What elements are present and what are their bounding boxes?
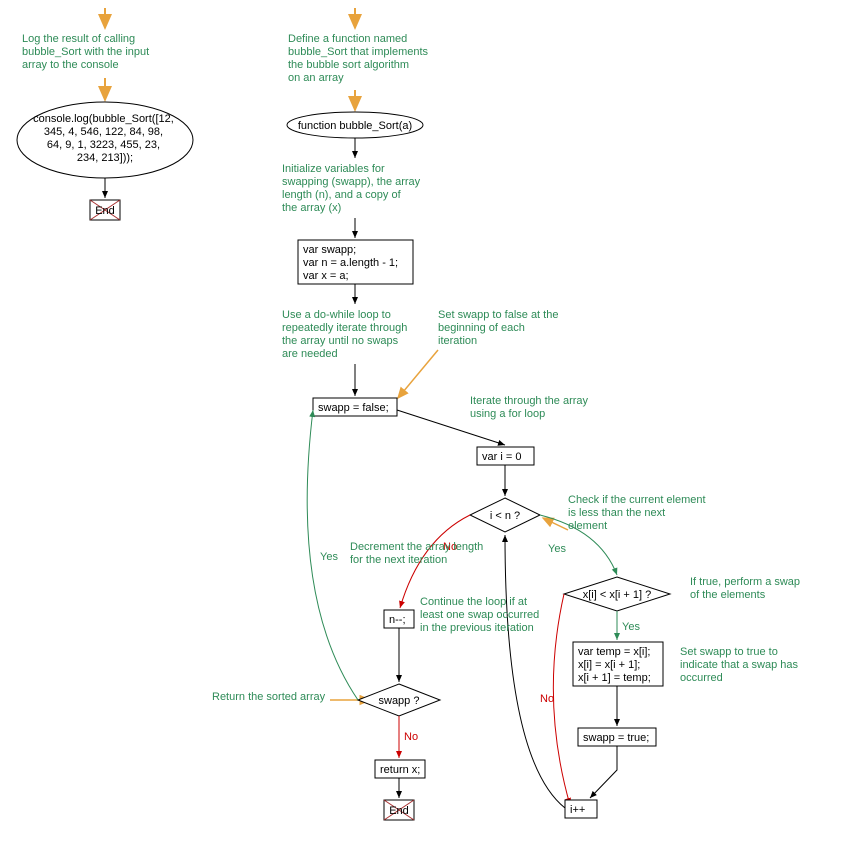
node-ndec-text: n--; (389, 614, 406, 626)
annot-decrement: Decrement the array length for the next … (350, 541, 486, 566)
annot-continue: Continue the loop if at least one swap o… (420, 596, 542, 634)
node-cond-in-text: i < n ? (490, 510, 520, 522)
node-swapp-true-text: swapp = true; (583, 732, 649, 744)
node-ipp-text: i++ (570, 804, 585, 816)
label-cond-in-yes: Yes (548, 543, 566, 555)
edge-to-ipp (590, 746, 617, 798)
annot-swap: If true, perform a swap of the elements (690, 576, 803, 601)
node-left-end: End (90, 200, 120, 220)
edge-cond-xi-no (553, 594, 570, 805)
svg-text:End: End (95, 205, 115, 217)
edge-ipp-back (505, 535, 565, 808)
annot-return: Return the sorted array (212, 691, 326, 703)
node-swap-text: var temp = x[i]; x[i] = x[i + 1]; x[i + … (578, 646, 654, 684)
node-var-i0-text: var i = 0 (482, 451, 521, 463)
annot-left-call: Log the result of calling bubble_Sort wi… (22, 33, 152, 71)
label-cond-swapp-yes: Yes (320, 551, 338, 563)
node-return-x-text: return x; (380, 764, 420, 776)
node-func-def-text: function bubble_Sort(a) (298, 120, 412, 132)
annot-set-false: Set swapp to false at the beginning of e… (438, 309, 562, 347)
annot-dowhile: Use a do-while loop to repeatedly iterat… (282, 309, 410, 360)
label-cond-xi-yes: Yes (622, 621, 640, 633)
orange-connector-setfalse (398, 350, 438, 398)
svg-text:End: End (389, 805, 409, 817)
node-cond-xi-text: x[i] < x[i + 1] ? (583, 589, 651, 601)
annot-for-loop: Iterate through the array using a for lo… (470, 395, 591, 420)
annot-func-def: Define a function named bubble_Sort that… (288, 33, 431, 84)
annot-init-vars: Initialize variables for swapping (swapp… (282, 163, 423, 214)
label-cond-swapp-no: No (404, 731, 418, 743)
annot-set-true: Set swapp to true to indicate that a swa… (680, 646, 801, 684)
node-swapp-false-text: swapp = false; (318, 402, 389, 414)
node-cond-swapp-text: swapp ? (379, 695, 420, 707)
annot-check-less: Check if the current element is less tha… (568, 494, 709, 532)
label-cond-xi-no: No (540, 693, 554, 705)
flowchart-canvas: Log the result of calling bubble_Sort wi… (0, 0, 842, 865)
node-right-end: End (384, 800, 414, 820)
